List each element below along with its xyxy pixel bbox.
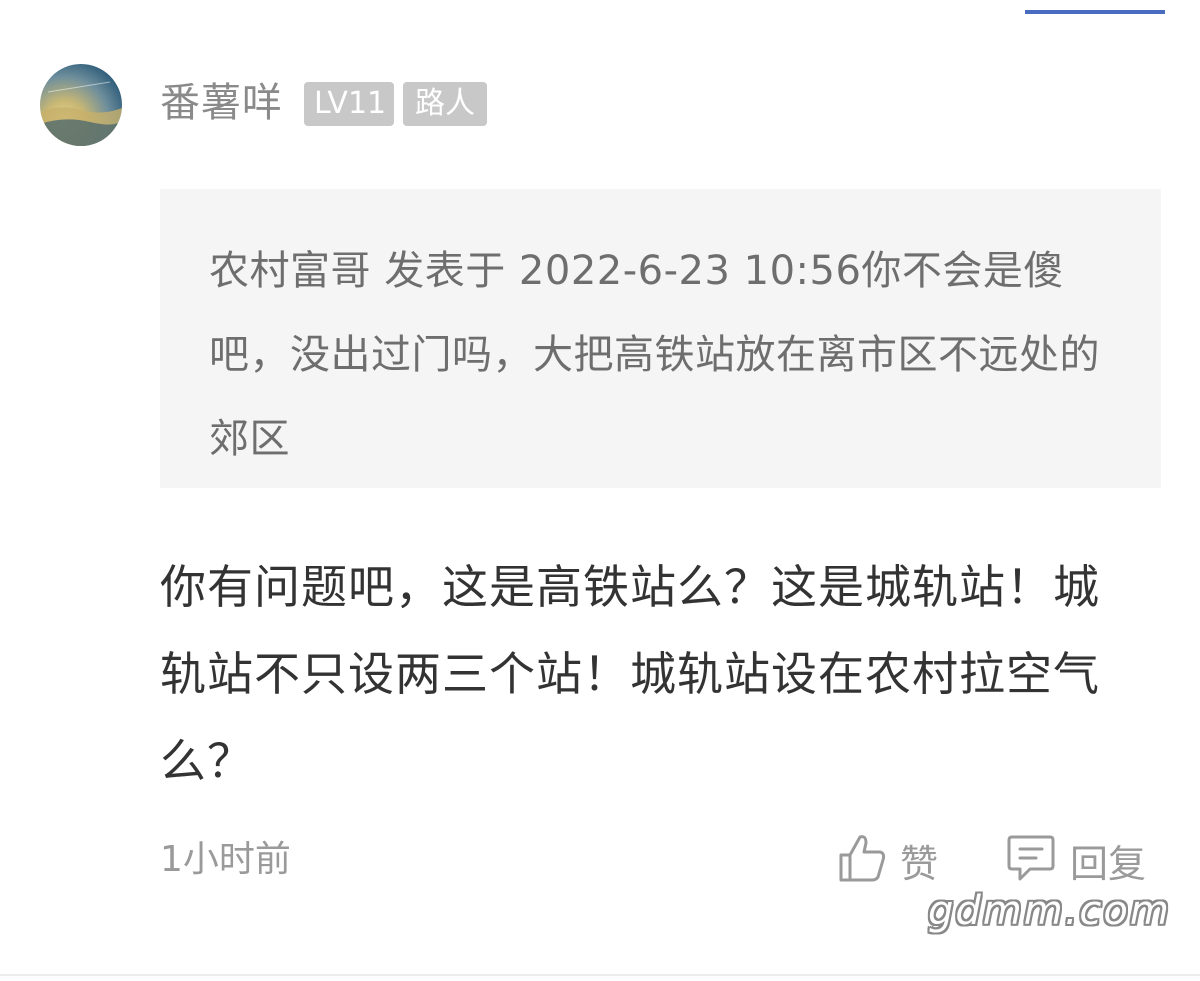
like-button[interactable]: 赞 — [838, 832, 938, 888]
like-label: 赞 — [900, 841, 939, 886]
quote-block: 农村富哥 发表于 2022-6-23 10:56你不会是傻吧，没出过门吗，大把高… — [160, 189, 1161, 488]
reply-label: 回复 — [1070, 841, 1147, 886]
quoted-text: 农村富哥 发表于 2022-6-23 10:56你不会是傻吧，没出过门吗，大把高… — [209, 248, 1100, 462]
username[interactable]: 番薯咩 — [160, 78, 283, 128]
comment-body: 你有问题吧，这是高铁站么？这是城轨站！城轨站不只设两三个站！城轨站设在农村拉空气… — [160, 560, 1100, 788]
watermark: gdmm.com — [928, 888, 1171, 934]
timestamp: 1小时前 — [160, 839, 291, 880]
bottom-divider — [0, 974, 1200, 976]
role-badge: 路人 — [403, 82, 487, 126]
avatar[interactable] — [40, 64, 122, 146]
reply-button[interactable]: 回复 — [1006, 832, 1146, 888]
comment-icon — [1006, 833, 1056, 887]
top-accent-bar — [1025, 10, 1165, 14]
thumbs-up-icon — [838, 833, 886, 887]
level-badge: LV11 — [304, 82, 394, 126]
